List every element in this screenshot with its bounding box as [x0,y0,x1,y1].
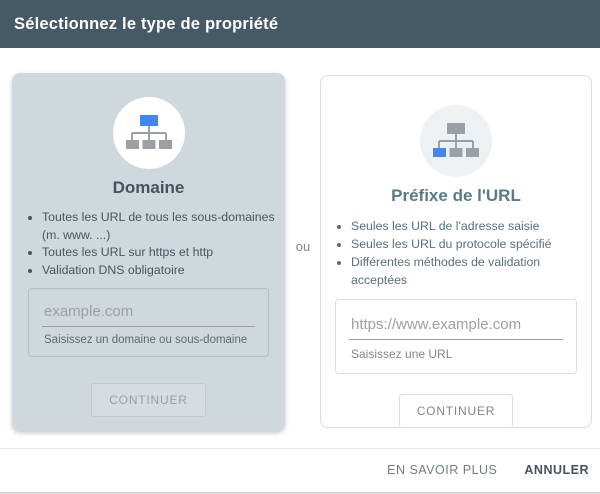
dialog-footer: EN SAVOIR PLUS ANNULER [0,449,600,490]
url-prefix-continue-button[interactable]: CONTINUER [398,394,514,428]
url-prefix-input-box: Saisissez une URL [335,299,577,374]
sitemap-url-prefix-icon [433,123,479,157]
domain-feature-item: Validation DNS obligatoire [42,262,275,280]
url-prefix-feature-item: Seules les URL du protocole spécifié [351,235,581,253]
dialog-title: Sélectionnez le type de propriété [14,14,279,33]
domain-input-helper: Saisissez un domaine ou sous-domaine [44,334,248,346]
domain-feature-item: Toutes les URL sur https et http [42,244,275,262]
domain-feature-item: Toutes les URL de tous les sous-domaines… [42,209,275,244]
domain-feature-list: Toutes les URL de tous les sous-domaines… [12,209,285,279]
url-prefix-feature-list: Seules les URL de l'adresse saisie Seule… [321,217,591,289]
or-divider-label: ou [295,239,311,254]
url-prefix-feature-item: Différentes méthodes de validation accep… [351,253,581,289]
cancel-button[interactable]: ANNULER [524,463,589,477]
learn-more-link[interactable]: EN SAVOIR PLUS [387,463,497,477]
url-prefix-property-card[interactable]: Préfixe de l'URL Seules les URL de l'adr… [320,75,592,428]
domain-input[interactable] [42,303,255,327]
domain-icon-circle [112,97,185,169]
url-prefix-icon-circle [420,105,492,177]
dialog-header: Sélectionnez le type de propriété [0,0,600,48]
url-prefix-card-title: Préfixe de l'URL [391,186,521,205]
select-property-type-dialog: Sélectionnez le type de propriété Domain… [0,0,600,494]
domain-continue-button[interactable]: CONTINUER [91,383,206,417]
url-prefix-feature-item: Seules les URL de l'adresse saisie [351,217,581,235]
domain-card-title: Domaine [112,178,185,197]
url-prefix-input-helper: Saisissez une URL [351,347,453,361]
domain-property-card[interactable]: Domaine Toutes les URL de tous les sous-… [12,73,285,431]
domain-input-box: Saisissez un domaine ou sous-domaine [28,288,269,357]
url-prefix-input[interactable] [349,316,563,340]
sitemap-domain-icon [125,115,172,149]
